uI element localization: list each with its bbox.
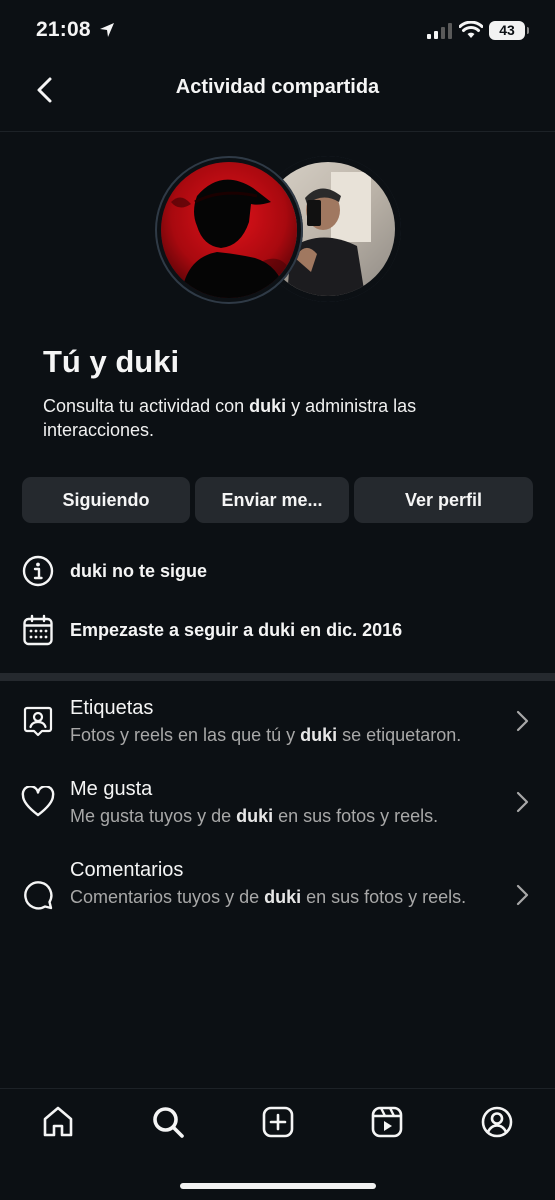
subtitle-text-end: se etiquetaron. <box>337 725 462 745</box>
location-arrow-icon <box>100 23 114 37</box>
following-button[interactable]: Siguiendo <box>22 477 190 523</box>
shared-description: Consulta tu actividad con duki y adminis… <box>43 394 503 442</box>
following-since-text: Empezaste a seguir a duki en dic. 2016 <box>70 619 403 640</box>
subtitle-text: Fotos y reels en las que tú y <box>70 725 301 745</box>
heart-icon <box>21 785 55 819</box>
wifi-icon <box>459 21 483 38</box>
chevron-right-icon <box>516 710 529 732</box>
view-profile-button[interactable]: Ver perfil <box>354 477 533 523</box>
avatar-ring <box>155 156 303 304</box>
chevron-right-icon <box>516 884 529 906</box>
home-icon[interactable] <box>41 1105 75 1139</box>
shared-avatars <box>155 156 401 304</box>
page-title: Actividad compartida <box>175 76 380 98</box>
list-item-subtitle: Me gusta tuyos y de duki en sus fotos y … <box>70 805 490 828</box>
description-username: duki <box>249 396 287 416</box>
follow-since-row: Empezaste a seguir a duki en dic. 2016 <box>22 613 402 647</box>
info-icon <box>22 555 54 587</box>
list-item-likes[interactable]: Me gusta Me gusta tuyos y de duki en sus… <box>0 775 555 837</box>
list-item-subtitle: Comentarios tuyos y de duki en sus fotos… <box>70 886 470 909</box>
list-item-label: Comentarios <box>70 859 184 881</box>
not-following-text: duki no te sigue <box>70 560 208 581</box>
list-item-tags[interactable]: Etiquetas Fotos y reels en las que tú y … <box>0 694 555 756</box>
profile-icon[interactable] <box>480 1105 514 1139</box>
list-item-comments[interactable]: Comentarios Comentarios tuyos y de duki … <box>0 856 555 936</box>
cellular-signal-icon <box>427 23 452 39</box>
list-item-label: Etiquetas <box>70 697 154 719</box>
send-message-button[interactable]: Enviar me... <box>195 477 349 523</box>
home-indicator[interactable] <box>180 1183 376 1189</box>
reels-icon[interactable] <box>370 1105 404 1139</box>
header: Actividad compartida <box>0 62 555 132</box>
section-divider <box>0 673 555 681</box>
description-text: Consulta tu actividad con <box>43 396 250 416</box>
subtitle-username: duki <box>300 725 338 745</box>
follow-status-row: duki no te sigue <box>22 554 207 588</box>
create-icon[interactable] <box>261 1105 295 1139</box>
chevron-right-icon <box>516 791 529 813</box>
tag-person-icon <box>21 704 55 738</box>
comment-icon <box>21 878 55 912</box>
battery-indicator: 43 <box>489 21 529 40</box>
subtitle-text: Me gusta tuyos y de <box>70 806 237 826</box>
status-bar: 21:08 43 <box>0 0 555 62</box>
subtitle-text: Comentarios tuyos y de <box>70 887 265 907</box>
search-icon[interactable] <box>151 1105 185 1139</box>
calendar-icon <box>22 614 54 646</box>
status-time: 21:08 <box>36 18 91 41</box>
list-item-label: Me gusta <box>70 778 153 800</box>
subtitle-username: duki <box>236 806 274 826</box>
subtitle-text-end: en sus fotos y reels. <box>301 887 467 907</box>
shared-title: Tú y duki <box>43 344 180 379</box>
list-item-subtitle: Fotos y reels en las que tú y duki se et… <box>70 724 490 747</box>
subtitle-text-end: en sus fotos y reels. <box>273 806 439 826</box>
subtitle-username: duki <box>264 887 302 907</box>
